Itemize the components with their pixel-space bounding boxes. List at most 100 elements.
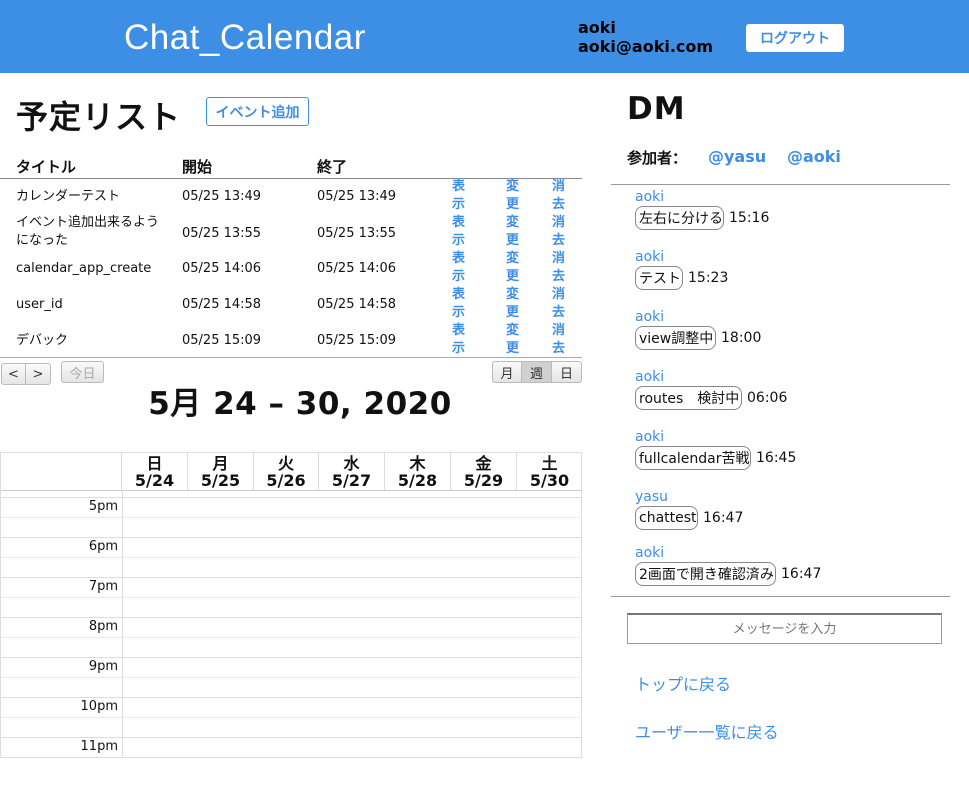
schedule-end-cell: 05/25 15:09: [317, 333, 397, 348]
day-weekday: 土: [541, 454, 558, 473]
schedule-edit-link[interactable]: 変更: [506, 322, 534, 358]
time-label: 7pm: [88, 579, 118, 594]
back-to-top-link[interactable]: トップに戻る: [635, 671, 731, 695]
message-time: 06:06: [747, 390, 788, 406]
day-header: 木 5/28: [384, 453, 450, 490]
time-slot-line: [1, 657, 581, 658]
schedule-delete-link[interactable]: 消去: [552, 286, 580, 322]
schedule-show-link[interactable]: 表示: [452, 214, 480, 250]
schedule-edit-link[interactable]: 変更: [506, 286, 534, 322]
schedule-delete-link[interactable]: 消去: [552, 214, 580, 250]
schedule-end-cell: 05/25 14:58: [317, 297, 397, 312]
back-to-users-link[interactable]: ユーザー一覧に戻る: [635, 719, 779, 743]
day-date: 5/28: [397, 471, 438, 490]
time-label: 10pm: [80, 699, 118, 714]
schedule-edit-link[interactable]: 変更: [506, 178, 534, 214]
time-slot-line: [1, 537, 581, 538]
participant-link-aoki[interactable]: @aoki: [787, 147, 841, 166]
calendar-header-divider: [1, 490, 581, 491]
calendar-right-border: [581, 452, 582, 758]
time-slot-line: [1, 637, 581, 638]
day-header: 日 5/24: [121, 453, 187, 490]
message-bubble: chattest: [635, 506, 698, 530]
time-slot-line: [1, 677, 581, 678]
schedule-delete-link[interactable]: 消去: [552, 178, 580, 214]
time-slot-line: [1, 617, 581, 618]
schedule-show-link[interactable]: 表示: [452, 322, 480, 358]
day-weekday: 水: [343, 454, 360, 473]
message-time: 16:47: [703, 510, 744, 526]
schedule-show-link[interactable]: 表示: [452, 250, 480, 286]
time-label: 6pm: [88, 539, 118, 554]
message-time: 16:45: [756, 450, 797, 466]
time-slot-line: [1, 577, 581, 578]
schedule-show-link[interactable]: 表示: [452, 178, 480, 214]
table-header-divider: [0, 178, 582, 179]
message-sender: aoki: [635, 309, 665, 325]
day-weekday: 木: [409, 454, 426, 473]
schedule-edit-link[interactable]: 変更: [506, 250, 534, 286]
app-title: Chat_Calendar: [124, 18, 366, 57]
schedule-end-cell: 05/25 13:49: [317, 189, 397, 204]
schedule-edit-link[interactable]: 変更: [506, 214, 534, 250]
schedule-show-link[interactable]: 表示: [452, 286, 480, 322]
day-header: 土 5/30: [516, 453, 581, 490]
schedule-start-cell: 05/25 14:06: [182, 261, 262, 276]
dm-title: DM: [627, 91, 686, 127]
dm-top-divider: [611, 184, 950, 185]
column-header-start: 開始: [182, 158, 213, 176]
logout-button[interactable]: ログアウト: [746, 24, 844, 52]
dm-bottom-divider: [611, 596, 950, 597]
message-sender: aoki: [635, 249, 665, 265]
calendar-title: 5月 24 – 30, 2020: [148, 386, 452, 422]
schedule-title-cell: calendar_app_create: [16, 261, 152, 276]
message-sender: yasu: [635, 489, 669, 505]
schedule-title-cell: デバック: [16, 333, 69, 348]
message-bubble: fullcalendar苦戦: [635, 446, 751, 470]
schedule-title-cell: イベント追加出来るようになった: [16, 215, 160, 248]
day-date: 5/29: [463, 471, 504, 490]
time-slot-line: [1, 717, 581, 718]
day-date: 5/24: [134, 471, 175, 490]
message-bubble: 2画面で開き確認済み: [635, 562, 776, 586]
day-weekday: 火: [277, 454, 294, 473]
user-email: aoki@aoki.com: [578, 37, 714, 56]
message-sender: aoki: [635, 369, 665, 385]
schedule-title-cell: カレンダーテスト: [16, 189, 121, 204]
time-slot-line: [1, 497, 581, 498]
message-sender: aoki: [635, 545, 665, 561]
week-calendar-grid[interactable]: 日 5/24 月 5/25 火 5/26 水 5/27 木 5/28 金 5/29 土 5/30 5pm 6p…: [0, 452, 581, 758]
column-header-end: 終了: [317, 158, 348, 176]
participants-label: 参加者：: [627, 149, 688, 167]
message-sender: aoki: [635, 429, 665, 445]
day-header: 月 5/25: [187, 453, 253, 490]
day-date: 5/25: [200, 471, 241, 490]
schedule-start-cell: 05/25 13:49: [182, 189, 262, 204]
day-date: 5/26: [266, 471, 306, 490]
schedule-end-cell: 05/25 14:06: [317, 261, 397, 276]
message-bubble: テスト: [635, 266, 683, 290]
message-bubble: view調整中: [635, 326, 716, 350]
schedule-delete-link[interactable]: 消去: [552, 322, 580, 358]
add-event-button[interactable]: イベント追加: [206, 97, 309, 126]
time-label: 5pm: [88, 499, 118, 514]
time-slot-line: [1, 757, 581, 758]
schedule-end-cell: 05/25 13:55: [317, 226, 397, 241]
time-slot-line: [1, 737, 581, 738]
message-time: 15:23: [688, 270, 729, 286]
schedule-start-cell: 05/25 14:58: [182, 297, 262, 312]
day-date: 5/30: [529, 471, 570, 490]
schedule-list-title: 予定リスト: [16, 98, 182, 136]
message-input[interactable]: [627, 613, 942, 644]
time-slot-line: [1, 697, 581, 698]
schedule-delete-link[interactable]: 消去: [552, 250, 580, 286]
day-weekday: 金: [475, 454, 492, 473]
day-date: 5/27: [331, 471, 372, 490]
table-bottom-divider: [0, 357, 582, 358]
participant-link-yasu[interactable]: @yasu: [708, 147, 766, 166]
time-label: 8pm: [88, 619, 118, 634]
day-header: 水 5/27: [318, 453, 384, 490]
day-weekday: 月: [212, 454, 229, 473]
app-header: Chat_Calendar aoki aoki@aoki.com ログアウト: [0, 0, 969, 73]
day-header: 火 5/26: [253, 453, 318, 490]
